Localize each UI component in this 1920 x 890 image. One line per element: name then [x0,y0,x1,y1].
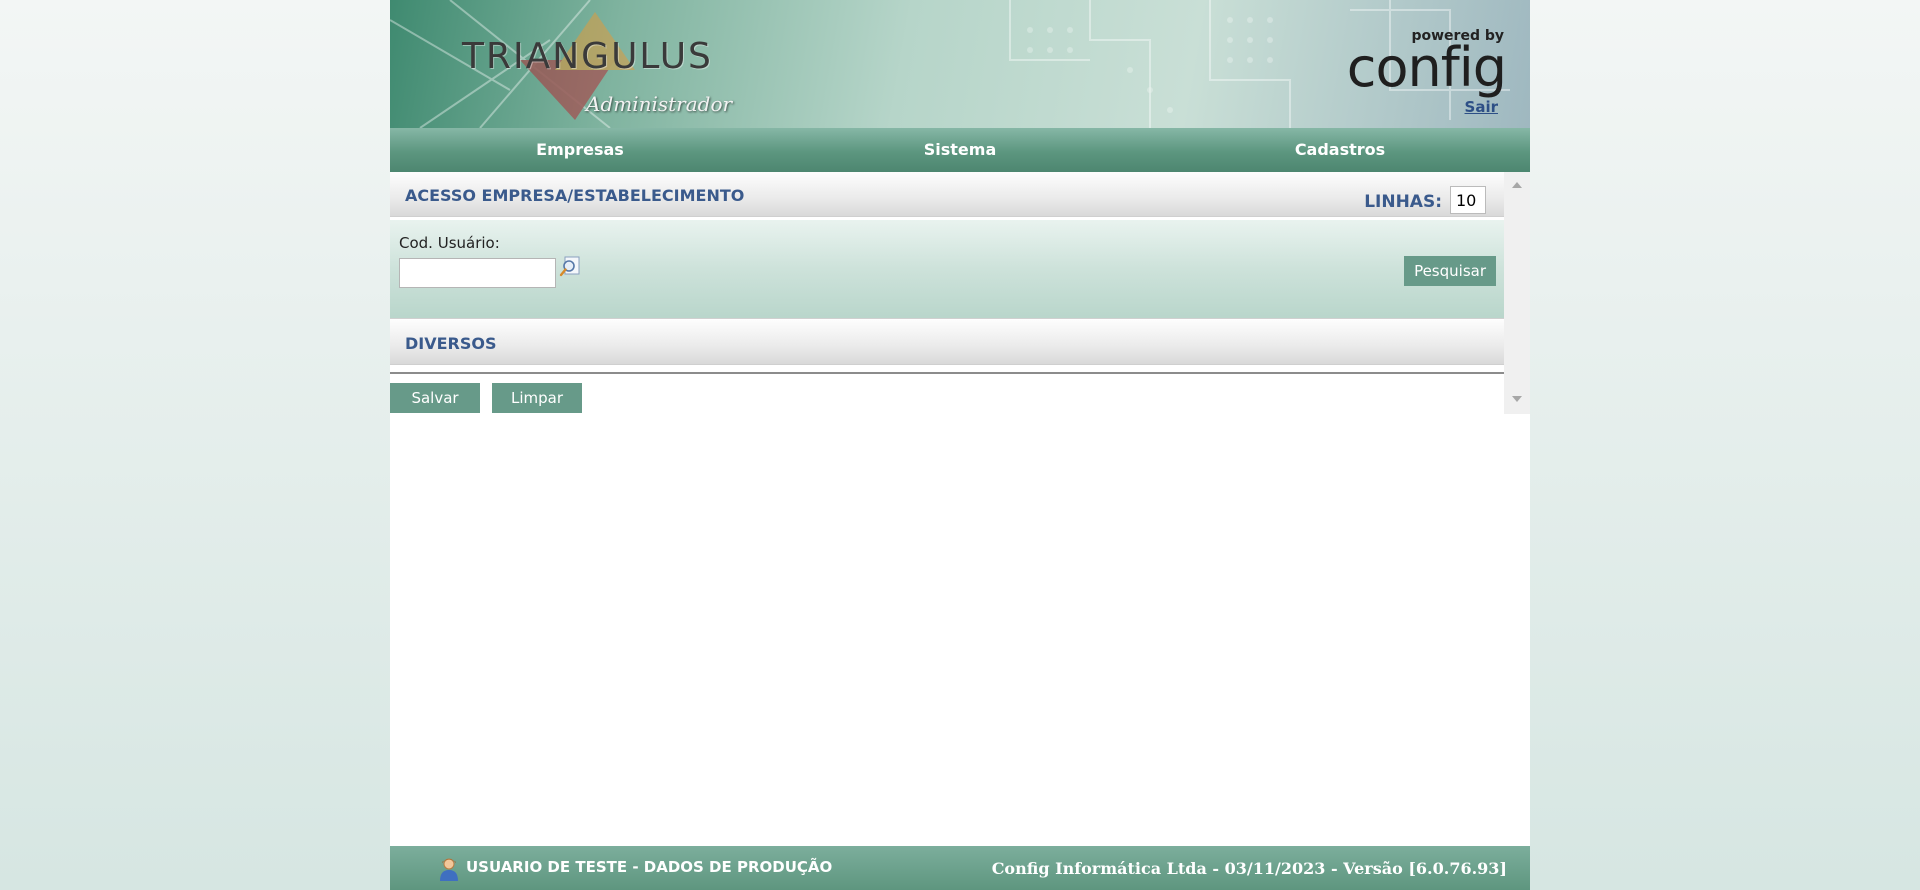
user-code-label: Cod. Usuário: [399,234,500,252]
footer-company-info: Config Informática Ltda - 03/11/2023 - V… [991,859,1507,878]
app-window: TRIANGULUS Administrador powered by conf… [390,0,1530,890]
section-divider [390,372,1504,374]
save-button[interactable]: Salvar [390,383,480,413]
clear-button[interactable]: Limpar [492,383,582,413]
vertical-scrollbar[interactable] [1504,172,1530,414]
logo-wordmark: TRIANGULUS [462,36,713,77]
misc-section-header: DIVERSOS [390,320,1504,365]
header-banner: TRIANGULUS Administrador powered by conf… [390,0,1530,128]
main-menu: Empresas Sistema Cadastros [390,128,1530,172]
user-icon [440,858,458,881]
menu-item-empresas[interactable]: Empresas [390,128,770,172]
user-code-input[interactable] [399,258,556,288]
misc-section-title: DIVERSOS [405,334,497,353]
scroll-down-arrow-icon[interactable] [1512,396,1522,402]
footer-user-text: USUARIO DE TESTE - DADOS DE PRODUÇÃO [466,858,833,876]
search-button[interactable]: Pesquisar [1404,256,1496,286]
filter-panel: Cod. Usuário: Pesquisar [390,220,1504,319]
scroll-up-arrow-icon[interactable] [1512,182,1522,188]
menu-item-sistema[interactable]: Sistema [770,128,1150,172]
search-lookup-icon[interactable] [559,256,581,278]
lines-label: LINHAS: [1364,192,1442,212]
content-area: ACESSO EMPRESA/ESTABELECIMENTO LINHAS: C… [390,172,1504,414]
access-section-title: ACESSO EMPRESA/ESTABELECIMENTO [405,186,745,205]
lines-input[interactable] [1450,186,1486,214]
config-logo: config [1346,36,1507,99]
logout-link[interactable]: Sair [1465,98,1498,116]
access-section-header: ACESSO EMPRESA/ESTABELECIMENTO LINHAS: [390,172,1504,217]
menu-item-cadastros[interactable]: Cadastros [1150,128,1530,172]
logo-subtitle: Administrador [586,92,733,116]
footer-bar: USUARIO DE TESTE - DADOS DE PRODUÇÃO Con… [390,846,1530,890]
